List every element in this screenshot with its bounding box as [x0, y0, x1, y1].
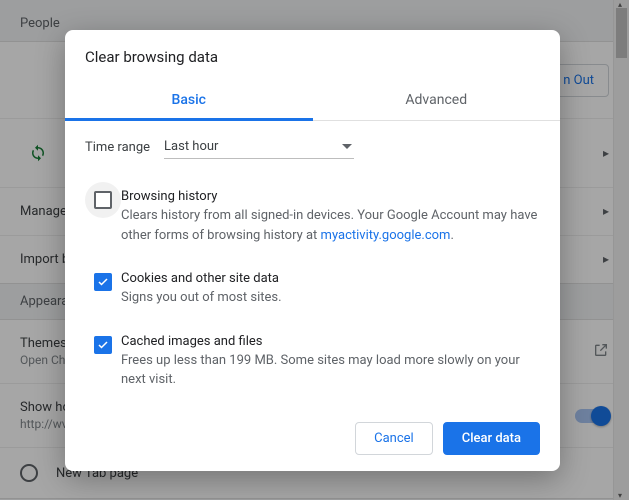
- tab-basic[interactable]: Basic: [65, 80, 313, 120]
- clear-browsing-data-dialog: Clear browsing data Basic Advanced Time …: [65, 30, 560, 471]
- dialog-body: Time range Last hour Browsing history Cle…: [65, 121, 560, 406]
- option-title: Browsing history: [121, 189, 540, 204]
- checkbox[interactable]: [94, 336, 112, 354]
- dialog-actions: Cancel Clear data: [65, 406, 560, 455]
- time-range-row: Time range Last hour: [85, 135, 540, 159]
- dialog-title: Clear browsing data: [65, 30, 560, 80]
- option-title: Cached images and files: [121, 334, 540, 349]
- option-link[interactable]: myactivity.google.com: [321, 228, 451, 243]
- option-title: Cookies and other site data: [121, 271, 540, 286]
- time-range-select[interactable]: Last hour: [164, 135, 354, 159]
- checkbox[interactable]: [94, 191, 112, 209]
- option-desc: Frees up less than 199 MB. Some sites ma…: [121, 351, 540, 390]
- option-desc: Signs you out of most sites.: [121, 288, 540, 308]
- option-row: Cached images and files Frees up less tha…: [85, 324, 540, 406]
- clear-data-button[interactable]: Clear data: [443, 422, 540, 455]
- dialog-tabs: Basic Advanced: [65, 80, 560, 121]
- option-row: Browsing history Clears history from all …: [85, 179, 540, 261]
- cancel-button[interactable]: Cancel: [355, 422, 433, 455]
- tab-advanced[interactable]: Advanced: [313, 80, 561, 120]
- option-row: Cookies and other site data Signs you out…: [85, 261, 540, 324]
- option-desc: Clears history from all signed-in device…: [121, 206, 540, 245]
- time-range-label: Time range: [85, 140, 150, 155]
- caret-down-icon: [342, 144, 352, 149]
- checkbox[interactable]: [94, 273, 112, 291]
- time-range-value: Last hour: [164, 139, 218, 154]
